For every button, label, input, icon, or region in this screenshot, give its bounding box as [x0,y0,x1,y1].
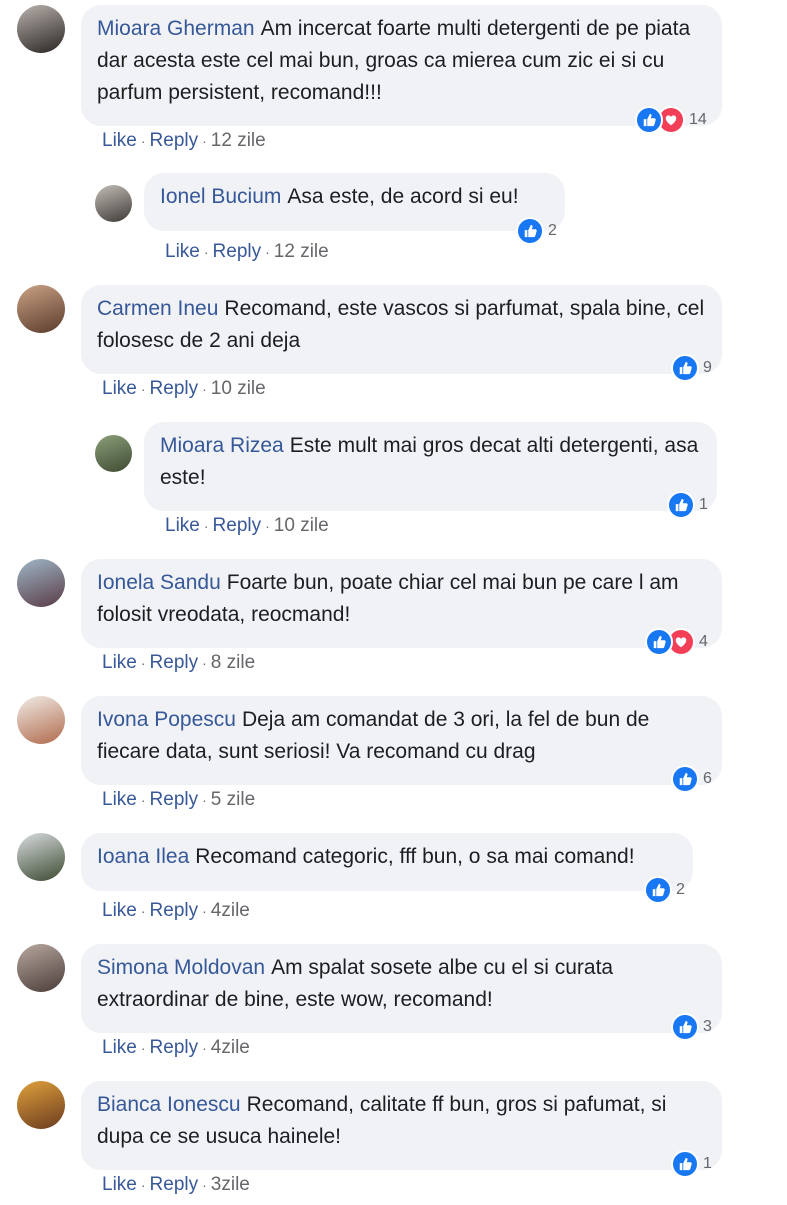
reaction-count: 1 [699,496,708,513]
comment-timestamp[interactable]: 4zile [211,1037,250,1058]
reaction-count: 2 [548,222,557,239]
comment-author[interactable]: Ionela Sandu [97,571,221,594]
comment-timestamp[interactable]: 12 zile [274,241,329,262]
comment-actions: Like · Reply · 5 zile [102,789,256,810]
comment-author[interactable]: Ioana Ilea [97,845,189,868]
reaction-count: 1 [703,1155,712,1172]
avatar[interactable] [17,5,65,53]
like-link[interactable]: Like [102,378,137,399]
like-icon [635,106,663,134]
comment-author[interactable]: Simona Moldovan [97,956,265,979]
avatar[interactable] [95,185,132,222]
comment-author[interactable]: Carmen Ineu [97,297,218,320]
comment-bubble: Mioara Gherman Am incercat foarte multi d… [81,5,722,126]
comment-bubble: Mioara Rizea Este mult mai gros decat alt… [144,422,717,511]
reaction-count: 6 [703,770,712,787]
reaction-summary[interactable]: 4 [645,627,708,657]
reply-link[interactable]: Reply [150,1037,199,1058]
like-icon [516,217,544,245]
avatar[interactable] [17,696,65,744]
comment-actions: Like · Reply · 12 zile [102,130,266,151]
comment-actions: Like · Reply · 3zile [102,1174,250,1195]
like-link[interactable]: Like [102,1174,137,1195]
comment-text: Recomand categoric, fff bun, o sa mai co… [195,845,635,868]
avatar[interactable] [17,944,65,992]
comment-timestamp[interactable]: 8 zile [211,652,255,673]
comment-actions: Like · Reply · 4zile [102,1037,250,1058]
like-link[interactable]: Like [102,652,137,673]
like-link[interactable]: Like [102,130,137,151]
reaction-count: 4 [699,633,708,650]
reply-link[interactable]: Reply [150,130,199,151]
reply-link[interactable]: Reply [150,1174,199,1195]
like-icon [645,628,673,656]
comment-text: Asa este, de acord si eu! [287,185,519,208]
avatar[interactable] [17,833,65,881]
avatar[interactable] [17,1081,65,1129]
comment-bubble: Ivona Popescu Deja am comandat de 3 ori, … [81,696,722,785]
comment-author[interactable]: Ionel Bucium [160,185,281,208]
avatar[interactable] [17,285,65,333]
comment-bubble: Carmen Ineu Recomand, este vascos si parf… [81,285,722,374]
comment-actions: Like · Reply · 10 zile [102,378,266,399]
reply-link[interactable]: Reply [150,652,199,673]
reaction-summary[interactable]: 9 [671,353,712,383]
reaction-summary[interactable]: 3 [671,1012,712,1042]
reaction-summary[interactable]: 14 [635,105,707,135]
comment-timestamp[interactable]: 10 zile [211,378,266,399]
reaction-summary[interactable]: 1 [671,1149,712,1179]
like-icon [671,765,699,793]
comment-timestamp[interactable]: 12 zile [211,130,266,151]
like-icon [671,1150,699,1178]
reaction-summary[interactable]: 1 [667,490,708,520]
reaction-count: 3 [703,1018,712,1035]
comment-author[interactable]: Bianca Ionescu [97,1093,241,1116]
comment-actions: Like · Reply · 10 zile [165,515,329,536]
reply-link[interactable]: Reply [150,900,199,921]
comment-bubble: Ionela Sandu Foarte bun, poate chiar cel … [81,559,722,648]
comment-bubble: Bianca Ionescu Recomand, calitate ff bun,… [81,1081,722,1170]
comment-author[interactable]: Ivona Popescu [97,708,236,731]
avatar[interactable] [17,559,65,607]
comment-actions: Like · Reply · 8 zile [102,652,256,673]
reply-link[interactable]: Reply [150,789,199,810]
like-icon [644,876,672,904]
reaction-count: 2 [676,881,685,898]
like-link[interactable]: Like [165,515,200,536]
like-icon [667,491,695,519]
reaction-summary[interactable]: 2 [516,216,557,246]
avatar[interactable] [95,435,132,472]
comment-timestamp[interactable]: 10 zile [274,515,329,536]
reaction-summary[interactable]: 2 [644,875,685,905]
comment-bubble: Simona Moldovan Am spalat sosete albe cu … [81,944,722,1033]
reaction-summary[interactable]: 6 [671,764,712,794]
comment-actions: Like · Reply · 4zile [102,900,250,921]
comment-timestamp[interactable]: 4zile [211,900,250,921]
comment-author[interactable]: Mioara Gherman [97,17,255,40]
like-link[interactable]: Like [102,789,137,810]
reply-link[interactable]: Reply [213,515,262,536]
comment-bubble: Ionel Bucium Asa este, de acord si eu! [144,173,565,231]
comment-author[interactable]: Mioara Rizea [160,434,284,457]
like-link[interactable]: Like [102,1037,137,1058]
reaction-count: 9 [703,359,712,376]
like-link[interactable]: Like [165,241,200,262]
reaction-count: 14 [689,111,707,128]
comment-timestamp[interactable]: 5 zile [211,789,255,810]
like-icon [671,354,699,382]
reply-link[interactable]: Reply [150,378,199,399]
like-link[interactable]: Like [102,900,137,921]
like-icon [671,1013,699,1041]
comment-actions: Like · Reply · 12 zile [165,241,329,262]
comment-bubble: Ioana Ilea Recomand categoric, fff bun, o… [81,833,693,891]
reply-link[interactable]: Reply [213,241,262,262]
comment-timestamp[interactable]: 3zile [211,1174,250,1195]
